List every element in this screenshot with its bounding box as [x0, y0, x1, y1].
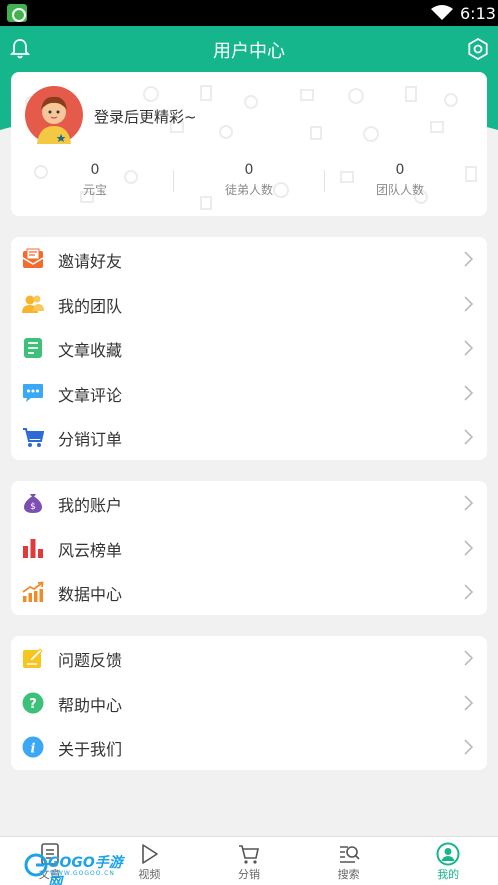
- watermark-subtext: WWW.GOGOO.CN: [50, 870, 115, 877]
- status-time: 6:13: [460, 4, 496, 23]
- document-icon: [24, 338, 42, 358]
- watermark: GOGO手游网 WWW.GOGOO.CN: [24, 848, 128, 885]
- stat-apprentices[interactable]: 0 徒弟人数: [174, 162, 324, 198]
- tab-mine[interactable]: 我的: [398, 837, 498, 885]
- stat-yuanbao[interactable]: 0 元宝: [20, 162, 170, 198]
- menu-group-support: 问题反馈 ? 帮助中心 i 关于我们: [11, 636, 487, 770]
- menu-item-data-center[interactable]: 数据中心: [11, 570, 487, 615]
- menu-item-label: 分销订单: [58, 430, 123, 449]
- gear-icon[interactable]: [466, 37, 490, 61]
- menu-item-my-team[interactable]: 我的团队: [11, 282, 487, 327]
- chevron-right-icon: [464, 739, 473, 755]
- menu-item-label: 风云榜单: [58, 540, 123, 560]
- watermark-text: GOGO手游网: [48, 855, 123, 885]
- menu-item-article-comments[interactable]: 文章评论: [11, 371, 487, 416]
- stat-label: 徒弟人数: [224, 183, 273, 197]
- menu-item-article-favorites[interactable]: 文章收藏: [11, 326, 487, 371]
- trend-chart-icon: [22, 581, 44, 602]
- menu-item-help-center[interactable]: ? 帮助中心: [11, 681, 487, 726]
- chevron-right-icon: [464, 694, 473, 711]
- svg-text:?: ?: [29, 697, 37, 712]
- menu-item-ranking-list[interactable]: 风云榜单: [11, 526, 487, 571]
- money-bag-icon: $: [24, 494, 42, 513]
- page-title: 用户中心: [213, 41, 285, 62]
- tab-label: 搜索: [337, 868, 360, 881]
- tab-label: 我的: [437, 868, 460, 881]
- user-icon: [436, 842, 460, 866]
- stat-value: 0: [90, 162, 100, 178]
- menu-item-label: 邀请好友: [58, 252, 123, 271]
- comment-icon: [23, 383, 43, 402]
- bar-chart-icon: [23, 538, 43, 558]
- menu-item-about-us[interactable]: i 关于我们: [11, 725, 487, 770]
- chevron-right-icon: [464, 650, 473, 666]
- avatar[interactable]: [25, 86, 83, 144]
- stat-team[interactable]: 0 团队人数: [325, 162, 475, 198]
- tab-distribution[interactable]: 分销: [199, 837, 299, 885]
- svg-text:$: $: [30, 502, 36, 512]
- menu-item-label: 关于我们: [58, 740, 123, 759]
- menu-item-label: 文章评论: [58, 385, 123, 405]
- cart-icon: [23, 428, 44, 447]
- menu-item-distribution-orders[interactable]: 分销订单: [11, 415, 487, 460]
- menu-item-label: 数据中心: [58, 585, 123, 604]
- stat-value: 0: [244, 162, 254, 178]
- menu-item-label: 帮助中心: [58, 695, 123, 715]
- menu-item-label: 我的团队: [58, 296, 123, 316]
- login-prompt[interactable]: 登录后更精彩~: [94, 106, 197, 127]
- edit-icon: [23, 648, 43, 668]
- menu-item-label: 文章收藏: [58, 341, 123, 360]
- tab-search[interactable]: 搜索: [299, 837, 399, 885]
- tab-label: 分销: [237, 868, 260, 881]
- menu-item-label: 问题反馈: [58, 651, 123, 670]
- chevron-right-icon: [464, 384, 473, 401]
- chevron-right-icon: [464, 340, 473, 356]
- chevron-right-icon: [464, 295, 473, 312]
- menu-group-account: $ 我的账户 风云榜单 数据中心: [11, 481, 487, 615]
- search-icon: [339, 846, 360, 863]
- info-icon: i: [22, 736, 44, 758]
- chevron-right-icon: [464, 495, 473, 511]
- status-bar: 6:13: [0, 0, 498, 26]
- menu-item-invite-friends[interactable]: 邀请好友: [11, 237, 487, 282]
- menu-item-my-account[interactable]: $ 我的账户: [11, 481, 487, 526]
- chevron-right-icon: [464, 429, 473, 445]
- menu-item-label: 我的账户: [58, 496, 123, 515]
- stat-label: 元宝: [82, 183, 107, 197]
- profile-card: 登录后更精彩~ 0 元宝 0 徒弟人数 0 团队人数: [11, 72, 487, 216]
- stat-value: 0: [395, 162, 405, 178]
- cart-icon: [238, 845, 259, 864]
- chevron-right-icon: [464, 584, 473, 600]
- help-icon: ?: [22, 692, 44, 713]
- stat-label: 团队人数: [375, 183, 424, 197]
- app-header: 用户中心: [0, 26, 498, 72]
- envelope-icon: [22, 248, 44, 268]
- menu-group-social: 邀请好友 我的团队 文章收藏 文章评论 分销订单: [11, 237, 487, 460]
- chevron-right-icon: [464, 539, 473, 556]
- watermark-logo: [24, 853, 48, 877]
- play-icon: [142, 844, 159, 864]
- menu-item-feedback[interactable]: 问题反馈: [11, 636, 487, 681]
- chevron-right-icon: [464, 251, 473, 267]
- team-icon: [22, 295, 44, 313]
- wifi-icon: [431, 5, 453, 20]
- svg-text:i: i: [31, 742, 36, 757]
- notification-app-icon: [7, 4, 27, 22]
